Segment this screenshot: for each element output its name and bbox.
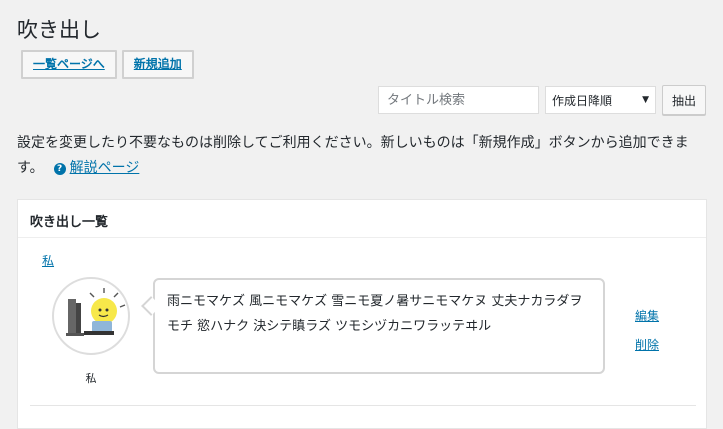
panel-title: 吹き出し一覧 bbox=[18, 200, 706, 238]
filter-bar: 作成日降順 ▼ 抽出 bbox=[377, 85, 706, 115]
delete-link[interactable]: 削除 bbox=[635, 336, 659, 353]
avatar bbox=[52, 277, 130, 355]
extract-button[interactable]: 抽出 bbox=[661, 85, 706, 115]
speech-bubble: 雨ニモマケズ 風ニモマケズ 雪ニモ夏ノ暑サニモマケヌ 丈夫ナカラダヲモチ 慾ハナ… bbox=[153, 278, 605, 374]
question-icon: ? bbox=[53, 163, 66, 175]
avatar-illustration-icon bbox=[66, 288, 126, 336]
description: 設定を変更したり不要なものは削除してご利用ください。新しいものは「新規作成」ボタ… bbox=[17, 131, 707, 181]
sort-order-select[interactable]: 作成日降順 ▼ bbox=[544, 86, 656, 114]
top-button-group: 一覧ページへ 新規追加 bbox=[21, 50, 194, 79]
sort-order-value: 作成日降順 bbox=[551, 93, 612, 108]
list-page-button[interactable]: 一覧ページへ bbox=[21, 50, 117, 79]
avatar-caption: 私 bbox=[85, 372, 97, 385]
row-divider bbox=[30, 405, 696, 406]
page-title: 吹き出し bbox=[17, 18, 101, 42]
balloon-name-link[interactable]: 私 bbox=[42, 252, 54, 269]
help-page-link[interactable]: ? 解説ページ bbox=[53, 160, 140, 176]
edit-link[interactable]: 編集 bbox=[635, 307, 659, 324]
dropdown-arrow-icon: ▼ bbox=[642, 95, 649, 105]
help-link-label: 解説ページ bbox=[69, 160, 140, 176]
title-search-input[interactable] bbox=[377, 86, 539, 114]
add-new-button[interactable]: 新規追加 bbox=[121, 50, 194, 79]
balloon-list-panel: 吹き出し一覧 私 私 雨ニモマケズ 風ニモマケズ 雪ニモ夏ノ暑サニモマケヌ 丈夫… bbox=[17, 199, 707, 429]
